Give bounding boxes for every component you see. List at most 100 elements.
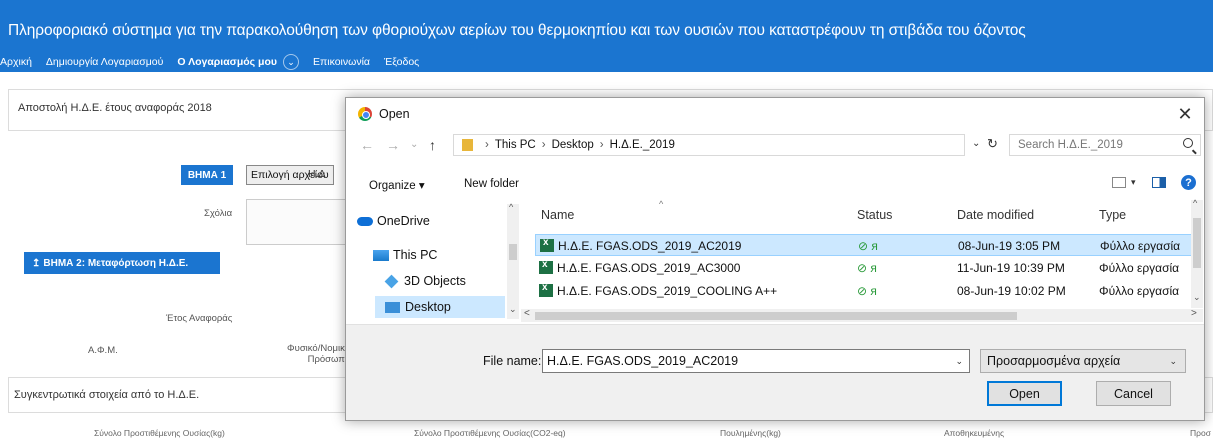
column-status[interactable]: Status [857, 208, 892, 222]
view-dropdown-icon[interactable]: ▾ [1131, 177, 1136, 188]
column-date-modified[interactable]: Date modified [957, 208, 1034, 222]
nav-this-pc[interactable]: This PC [373, 244, 505, 266]
person-type-label-line1: Φυσικό/Νομικό [287, 343, 350, 354]
cube-icon [384, 274, 399, 288]
file-name: Η.Δ.Ε. FGAS.ODS_2019_AC2019 [558, 239, 742, 253]
recent-locations-icon[interactable]: ⌄ [410, 139, 418, 150]
breadcrumb-folder[interactable]: Η.Δ.Ε._2019 [610, 139, 675, 151]
organize-button[interactable]: Organize ▾ [369, 178, 425, 192]
scroll-up-icon[interactable]: ^ [1193, 198, 1197, 208]
upload-button-label: ΒΗΜΑ 2: Μεταφόρτωση Η.Δ.Ε. [43, 257, 189, 269]
file-name-label: File name: [483, 354, 542, 368]
column-header: Πουλημένης(kg) [720, 428, 781, 438]
nav-home[interactable]: Αρχική [0, 56, 32, 68]
chevron-down-icon[interactable]: ⌄ [955, 356, 963, 367]
excel-file-icon [540, 237, 554, 252]
file-name: Η.Δ.Ε. FGAS.ODS_2019_AC3000 [557, 261, 741, 275]
nav-desktop-label: Desktop [405, 300, 451, 314]
scroll-up-icon[interactable]: ^ [509, 202, 513, 212]
search-icon [1183, 138, 1193, 148]
file-date: 08-Jun-19 10:02 PM [957, 284, 1066, 298]
scroll-down-icon[interactable]: ⌄ [1193, 292, 1201, 303]
search-input[interactable]: Search Η.Δ.Ε._2019 [1009, 134, 1201, 156]
step1-label: ΒΗΜΑ 1 [181, 165, 233, 185]
summary-title: Συγκεντρωτικά στοιχεία από το Η.Δ.Ε. [14, 389, 200, 401]
nav-my-account[interactable]: Ο Λογαριασμός μου [177, 56, 277, 68]
nav-desktop[interactable]: Desktop [375, 296, 505, 318]
sync-status-icon: ⊘ ᴙ [857, 261, 877, 275]
new-folder-button[interactable]: New folder [464, 178, 519, 190]
file-type-value: Προσαρμοσμένα αρχεία [987, 354, 1121, 368]
column-header: Σύνολο Προστιθέμενης Ουσίας(kg) [94, 428, 225, 438]
help-icon[interactable]: ? [1181, 175, 1196, 190]
address-dropdown-icon[interactable]: ⌄ [972, 138, 980, 149]
refresh-icon[interactable]: ↻ [987, 136, 998, 152]
file-list-vertical-scrollbar[interactable]: ^ ⌄ [1191, 198, 1203, 308]
cancel-button[interactable]: Cancel [1096, 381, 1171, 406]
view-options-icon[interactable] [1112, 177, 1126, 188]
file-type: Φύλλο εργασία [1100, 239, 1181, 253]
file-type-select[interactable]: Προσαρμοσμένα αρχεία ⌄ [980, 349, 1186, 373]
chevron-down-icon[interactable]: ⌄ [283, 54, 299, 70]
chrome-icon [358, 107, 372, 121]
open-button[interactable]: Open [987, 381, 1062, 406]
file-list: Name ^ Status Date modified Type Η.Δ.Ε. … [521, 199, 1203, 321]
folder-icon [462, 139, 473, 151]
dialog-title: Open [379, 107, 410, 121]
excel-file-icon [539, 259, 553, 274]
up-arrow-icon[interactable]: ↑ [429, 137, 436, 153]
sort-ascending-icon: ^ [659, 199, 664, 209]
site-nav: Αρχική Δημιουργία Λογαριασμού Ο Λογαριασ… [0, 52, 433, 72]
nav-contact[interactable]: Επικοινωνία [313, 56, 370, 68]
breadcrumb-this-pc[interactable]: This PC [495, 139, 536, 151]
submission-panel-title: Αποστολή Η.Δ.Ε. έτους αναφοράς 2018 [18, 102, 212, 114]
nav-logout[interactable]: Έξοδος [384, 56, 419, 68]
person-type-label: Φυσικό/Νομικό Πρόσωπο [284, 343, 350, 365]
site-header: Πληροφοριακό σύστημα για την παρακολούθη… [0, 0, 1213, 72]
breadcrumb-separator: › [485, 139, 489, 151]
file-row[interactable]: Η.Δ.Ε. FGAS.ODS_2019_AC2019 ⊘ ᴙ 08-Jun-1… [535, 234, 1199, 256]
nav-3d-objects-label: 3D Objects [404, 274, 466, 288]
back-arrow-icon[interactable]: ← [360, 137, 374, 153]
search-placeholder: Search Η.Δ.Ε._2019 [1018, 139, 1123, 151]
nav-create-account[interactable]: Δημιουργία Λογαριασμού [46, 56, 163, 68]
column-header: Προσ [1190, 428, 1211, 438]
preview-pane-icon[interactable] [1152, 177, 1166, 188]
upload-button[interactable]: ↥ ΒΗΜΑ 2: Μεταφόρτωση Η.Δ.Ε. [24, 252, 220, 274]
sync-status-icon: ⊘ ᴙ [858, 239, 878, 253]
file-name-value: Η.Δ.Ε. FGAS.ODS_2019_AC2019 [547, 354, 739, 368]
scroll-thumb[interactable] [1193, 218, 1201, 268]
column-type[interactable]: Type [1099, 208, 1126, 222]
comments-field[interactable] [246, 199, 350, 245]
upload-icon: ↥ [32, 257, 41, 269]
close-icon[interactable]: ✕ [1174, 103, 1196, 125]
desktop-icon [385, 301, 400, 313]
sync-status-icon: ⊘ ᴙ [857, 284, 877, 298]
afm-label: Α.Φ.Μ. [88, 345, 118, 356]
address-bar[interactable]: › This PC › Desktop › Η.Δ.Ε._2019 [453, 134, 965, 156]
column-header: Σύνολο Προστιθέμενης Ουσίας(CO2-eq) [414, 428, 566, 438]
breadcrumb-separator: › [541, 139, 546, 151]
column-header: Αποθηκευμένης [944, 428, 1005, 438]
file-type: Φύλλο εργασία [1099, 261, 1180, 275]
scroll-thumb[interactable] [509, 244, 517, 260]
scroll-thumb[interactable] [535, 312, 1017, 320]
nav-onedrive[interactable]: OneDrive [357, 210, 505, 232]
scroll-right-icon[interactable]: > [1191, 308, 1197, 319]
file-name-input[interactable]: Η.Δ.Ε. FGAS.ODS_2019_AC2019 ⌄ [542, 349, 970, 373]
column-name[interactable]: Name [541, 208, 574, 222]
nav-3d-objects[interactable]: 3D Objects [384, 270, 505, 292]
file-list-horizontal-scrollbar[interactable]: < > [521, 308, 1203, 322]
open-file-dialog: Open ✕ ← → ⌄ ↑ › This PC › Desktop › Η.Δ… [345, 97, 1205, 421]
file-row[interactable]: Η.Δ.Ε. FGAS.ODS_2019_AC3000 ⊘ ᴙ 11-Jun-1… [535, 257, 1199, 279]
file-type: Φύλλο εργασία [1099, 284, 1180, 298]
nav-onedrive-label: OneDrive [377, 214, 430, 228]
forward-arrow-icon[interactable]: → [386, 137, 400, 153]
nav-scrollbar[interactable]: ^ ⌄ [507, 202, 519, 319]
scroll-left-icon[interactable]: < [524, 308, 530, 319]
scroll-down-icon[interactable]: ⌄ [509, 304, 517, 315]
file-row[interactable]: Η.Δ.Ε. FGAS.ODS_2019_COOLING A++ ⊘ ᴙ 08-… [535, 280, 1199, 302]
breadcrumb-desktop[interactable]: Desktop [552, 139, 594, 151]
cloud-icon [357, 216, 373, 226]
navigation-pane: OneDrive This PC 3D Objects Desktop ^ ⌄ [347, 200, 519, 321]
